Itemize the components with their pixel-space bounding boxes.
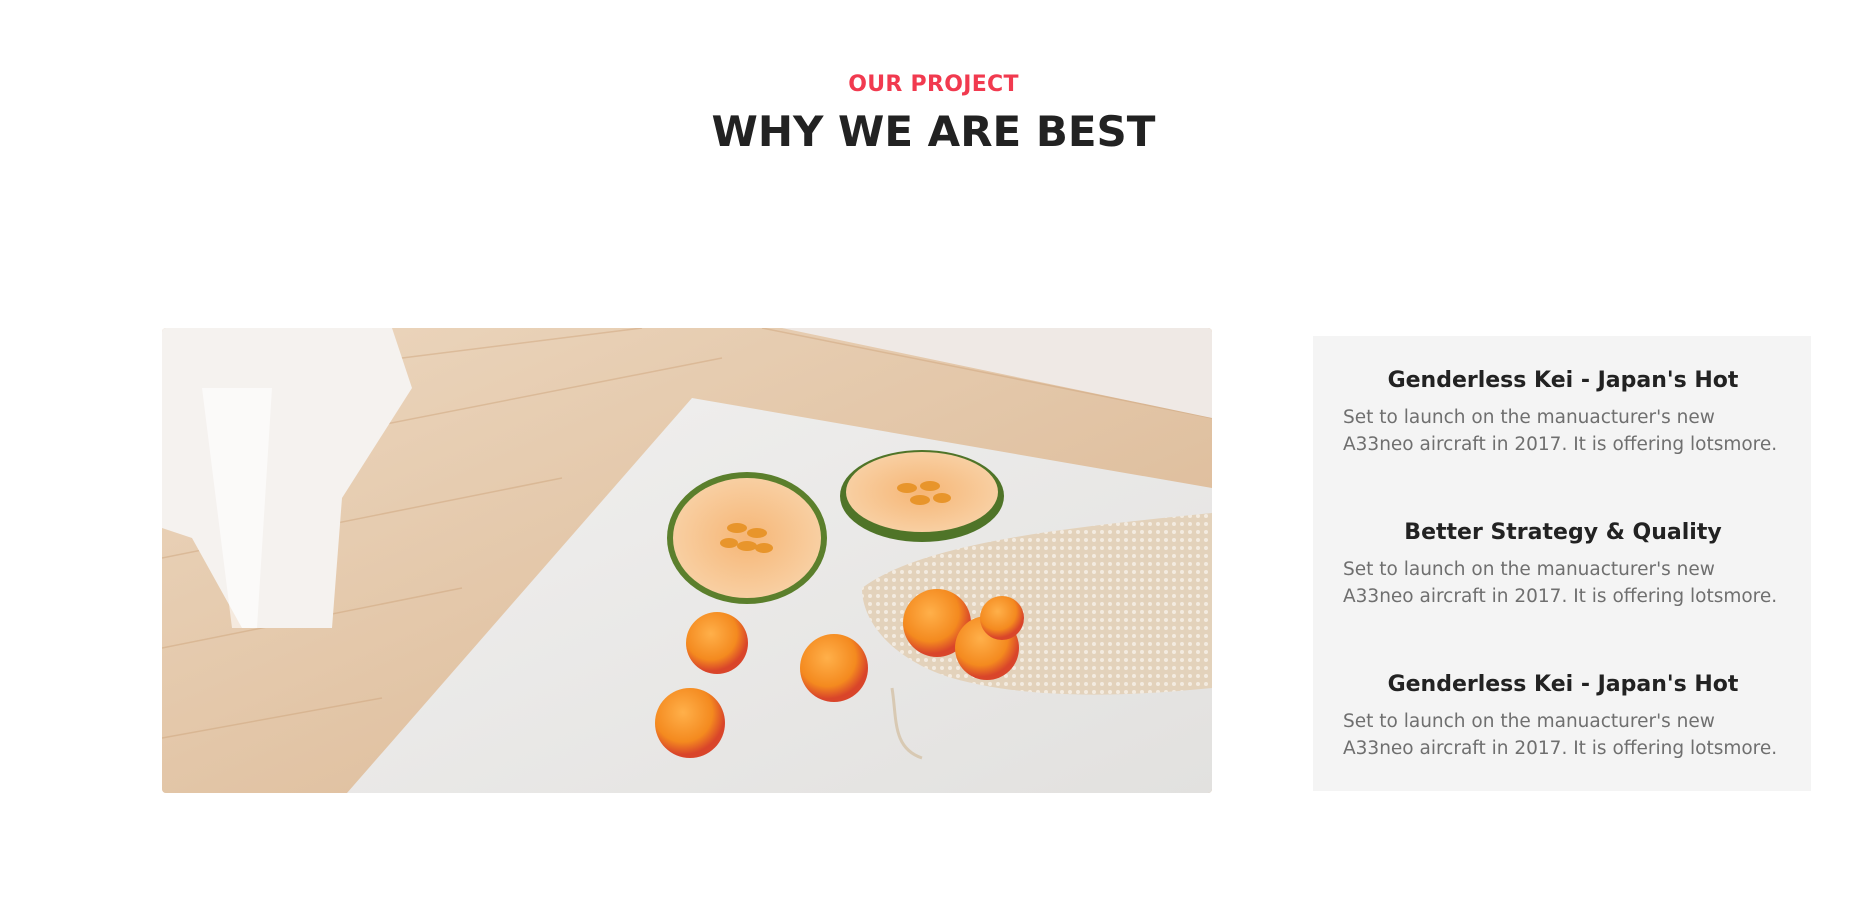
section-eyebrow: OUR PROJECT	[848, 72, 1019, 97]
feature-description: Set to launch on the manuacturer's new A…	[1343, 711, 1778, 759]
fruit-table-photo	[162, 328, 1212, 793]
why-we-are-best-section: OUR PROJECT WHY WE ARE BEST Genderless K…	[0, 0, 1867, 912]
feature-item: Genderless Kei - Japan's Hot Set to laun…	[1343, 366, 1783, 458]
feature-title: Better Strategy & Quality	[1404, 520, 1722, 545]
features-panel: Genderless Kei - Japan's Hot Set to laun…	[1313, 336, 1811, 791]
section-header: OUR PROJECT WHY WE ARE BEST	[0, 70, 1867, 160]
feature-title: Genderless Kei - Japan's Hot	[1387, 368, 1739, 393]
section-title: WHY WE ARE BEST	[711, 107, 1156, 156]
feature-description: Set to launch on the manuacturer's new A…	[1343, 559, 1778, 607]
feature-title: Genderless Kei - Japan's Hot	[1387, 672, 1739, 697]
feature-description: Set to launch on the manuacturer's new A…	[1343, 407, 1778, 455]
feature-item: Genderless Kei - Japan's Hot Set to laun…	[1343, 670, 1783, 762]
feature-item: Better Strategy & Quality Set to launch …	[1343, 518, 1783, 610]
